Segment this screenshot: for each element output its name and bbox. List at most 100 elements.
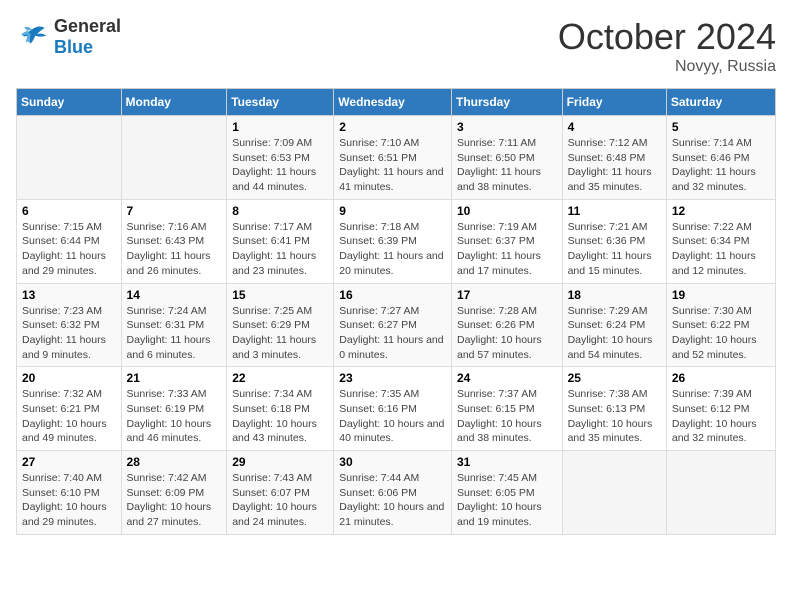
- header-row: SundayMondayTuesdayWednesdayThursdayFrid…: [17, 89, 776, 116]
- logo-bird-icon: [16, 23, 48, 51]
- day-info: Sunrise: 7:28 AMSunset: 6:26 PMDaylight:…: [457, 304, 557, 363]
- day-cell: [121, 116, 227, 200]
- day-cell: 11Sunrise: 7:21 AMSunset: 6:36 PMDayligh…: [562, 199, 666, 283]
- week-row-1: 1 Sunrise: 7:09 AMSunset: 6:53 PMDaylight…: [17, 116, 776, 200]
- day-number: 25: [568, 371, 661, 385]
- day-cell: [562, 451, 666, 535]
- day-number: 15: [232, 288, 328, 302]
- day-cell: 10 Sunrise: 7:19 AMSunset: 6:37 PMDayligh…: [451, 199, 562, 283]
- title-block: October 2024 Novyy, Russia: [558, 16, 776, 76]
- logo-blue-text: Blue: [54, 37, 93, 57]
- day-cell: [17, 116, 122, 200]
- day-info: Sunrise: 7:44 AMSunset: 6:06 PMDaylight:…: [339, 471, 446, 530]
- day-cell: 22Sunrise: 7:34 AMSunset: 6:18 PMDayligh…: [227, 367, 334, 451]
- day-cell: 30 Sunrise: 7:44 AMSunset: 6:06 PMDayligh…: [334, 451, 452, 535]
- day-number: 21: [127, 371, 222, 385]
- logo: General Blue: [16, 16, 121, 58]
- location: Novyy, Russia: [558, 58, 776, 76]
- day-info: Sunrise: 7:33 AMSunset: 6:19 PMDaylight:…: [127, 387, 222, 446]
- day-cell: 20 Sunrise: 7:32 AMSunset: 6:21 PMDayligh…: [17, 367, 122, 451]
- day-cell: 9 Sunrise: 7:18 AMSunset: 6:39 PMDaylight…: [334, 199, 452, 283]
- day-cell: 3Sunrise: 7:11 AMSunset: 6:50 PMDaylight…: [451, 116, 562, 200]
- week-row-3: 13Sunrise: 7:23 AMSunset: 6:32 PMDayligh…: [17, 283, 776, 367]
- day-info: Sunrise: 7:43 AMSunset: 6:07 PMDaylight:…: [232, 471, 328, 530]
- day-number: 10: [457, 204, 557, 218]
- day-number: 27: [22, 455, 116, 469]
- page-header: General Blue October 2024 Novyy, Russia: [16, 16, 776, 76]
- day-cell: 24 Sunrise: 7:37 AMSunset: 6:15 PMDayligh…: [451, 367, 562, 451]
- day-cell: 18 Sunrise: 7:29 AMSunset: 6:24 PMDayligh…: [562, 283, 666, 367]
- day-info: Sunrise: 7:22 AMSunset: 6:34 PMDaylight:…: [672, 220, 770, 279]
- day-info: Sunrise: 7:12 AMSunset: 6:48 PMDaylight:…: [568, 136, 661, 195]
- month-title: October 2024: [558, 16, 776, 58]
- day-number: 24: [457, 371, 557, 385]
- day-cell: 31 Sunrise: 7:45 AMSunset: 6:05 PMDayligh…: [451, 451, 562, 535]
- day-number: 11: [568, 204, 661, 218]
- day-info: Sunrise: 7:09 AMSunset: 6:53 PMDaylight:…: [232, 136, 328, 195]
- day-info: Sunrise: 7:40 AMSunset: 6:10 PMDaylight:…: [22, 471, 116, 530]
- day-cell: 5 Sunrise: 7:14 AMSunset: 6:46 PMDaylight…: [666, 116, 775, 200]
- day-number: 31: [457, 455, 557, 469]
- day-cell: 6 Sunrise: 7:15 AMSunset: 6:44 PMDaylight…: [17, 199, 122, 283]
- week-row-4: 20 Sunrise: 7:32 AMSunset: 6:21 PMDayligh…: [17, 367, 776, 451]
- day-info: Sunrise: 7:42 AMSunset: 6:09 PMDaylight:…: [127, 471, 222, 530]
- day-info: Sunrise: 7:30 AMSunset: 6:22 PMDaylight:…: [672, 304, 770, 363]
- day-info: Sunrise: 7:32 AMSunset: 6:21 PMDaylight:…: [22, 387, 116, 446]
- col-header-sunday: Sunday: [17, 89, 122, 116]
- day-number: 28: [127, 455, 222, 469]
- day-info: Sunrise: 7:27 AMSunset: 6:27 PMDaylight:…: [339, 304, 446, 363]
- day-cell: 21 Sunrise: 7:33 AMSunset: 6:19 PMDayligh…: [121, 367, 227, 451]
- day-info: Sunrise: 7:29 AMSunset: 6:24 PMDaylight:…: [568, 304, 661, 363]
- col-header-monday: Monday: [121, 89, 227, 116]
- day-cell: [666, 451, 775, 535]
- col-header-saturday: Saturday: [666, 89, 775, 116]
- day-number: 12: [672, 204, 770, 218]
- day-info: Sunrise: 7:15 AMSunset: 6:44 PMDaylight:…: [22, 220, 116, 279]
- day-info: Sunrise: 7:25 AMSunset: 6:29 PMDaylight:…: [232, 304, 328, 363]
- day-cell: 27 Sunrise: 7:40 AMSunset: 6:10 PMDayligh…: [17, 451, 122, 535]
- day-info: Sunrise: 7:35 AMSunset: 6:16 PMDaylight:…: [339, 387, 446, 446]
- day-info: Sunrise: 7:45 AMSunset: 6:05 PMDaylight:…: [457, 471, 557, 530]
- day-info: Sunrise: 7:18 AMSunset: 6:39 PMDaylight:…: [339, 220, 446, 279]
- day-cell: 29 Sunrise: 7:43 AMSunset: 6:07 PMDayligh…: [227, 451, 334, 535]
- day-number: 8: [232, 204, 328, 218]
- day-cell: 7Sunrise: 7:16 AMSunset: 6:43 PMDaylight…: [121, 199, 227, 283]
- day-info: Sunrise: 7:19 AMSunset: 6:37 PMDaylight:…: [457, 220, 557, 279]
- day-info: Sunrise: 7:23 AMSunset: 6:32 PMDaylight:…: [22, 304, 116, 363]
- day-number: 5: [672, 120, 770, 134]
- col-header-friday: Friday: [562, 89, 666, 116]
- day-number: 6: [22, 204, 116, 218]
- day-number: 9: [339, 204, 446, 218]
- day-info: Sunrise: 7:37 AMSunset: 6:15 PMDaylight:…: [457, 387, 557, 446]
- day-cell: 2Sunrise: 7:10 AMSunset: 6:51 PMDaylight…: [334, 116, 452, 200]
- day-number: 22: [232, 371, 328, 385]
- week-row-2: 6 Sunrise: 7:15 AMSunset: 6:44 PMDaylight…: [17, 199, 776, 283]
- day-number: 2: [339, 120, 446, 134]
- week-row-5: 27 Sunrise: 7:40 AMSunset: 6:10 PMDayligh…: [17, 451, 776, 535]
- day-number: 16: [339, 288, 446, 302]
- day-number: 23: [339, 371, 446, 385]
- day-number: 17: [457, 288, 557, 302]
- day-cell: 15 Sunrise: 7:25 AMSunset: 6:29 PMDayligh…: [227, 283, 334, 367]
- day-number: 30: [339, 455, 446, 469]
- logo-general-text: General: [54, 16, 121, 36]
- day-info: Sunrise: 7:38 AMSunset: 6:13 PMDaylight:…: [568, 387, 661, 446]
- day-cell: 1 Sunrise: 7:09 AMSunset: 6:53 PMDaylight…: [227, 116, 334, 200]
- day-cell: 25 Sunrise: 7:38 AMSunset: 6:13 PMDayligh…: [562, 367, 666, 451]
- col-header-thursday: Thursday: [451, 89, 562, 116]
- day-cell: 23 Sunrise: 7:35 AMSunset: 6:16 PMDayligh…: [334, 367, 452, 451]
- day-info: Sunrise: 7:14 AMSunset: 6:46 PMDaylight:…: [672, 136, 770, 195]
- day-number: 18: [568, 288, 661, 302]
- day-cell: 17 Sunrise: 7:28 AMSunset: 6:26 PMDayligh…: [451, 283, 562, 367]
- calendar-table: SundayMondayTuesdayWednesdayThursdayFrid…: [16, 88, 776, 535]
- day-number: 20: [22, 371, 116, 385]
- day-number: 1: [232, 120, 328, 134]
- day-number: 3: [457, 120, 557, 134]
- day-cell: 16 Sunrise: 7:27 AMSunset: 6:27 PMDayligh…: [334, 283, 452, 367]
- day-info: Sunrise: 7:39 AMSunset: 6:12 PMDaylight:…: [672, 387, 770, 446]
- day-number: 29: [232, 455, 328, 469]
- day-cell: 19Sunrise: 7:30 AMSunset: 6:22 PMDayligh…: [666, 283, 775, 367]
- col-header-tuesday: Tuesday: [227, 89, 334, 116]
- day-info: Sunrise: 7:16 AMSunset: 6:43 PMDaylight:…: [127, 220, 222, 279]
- day-number: 4: [568, 120, 661, 134]
